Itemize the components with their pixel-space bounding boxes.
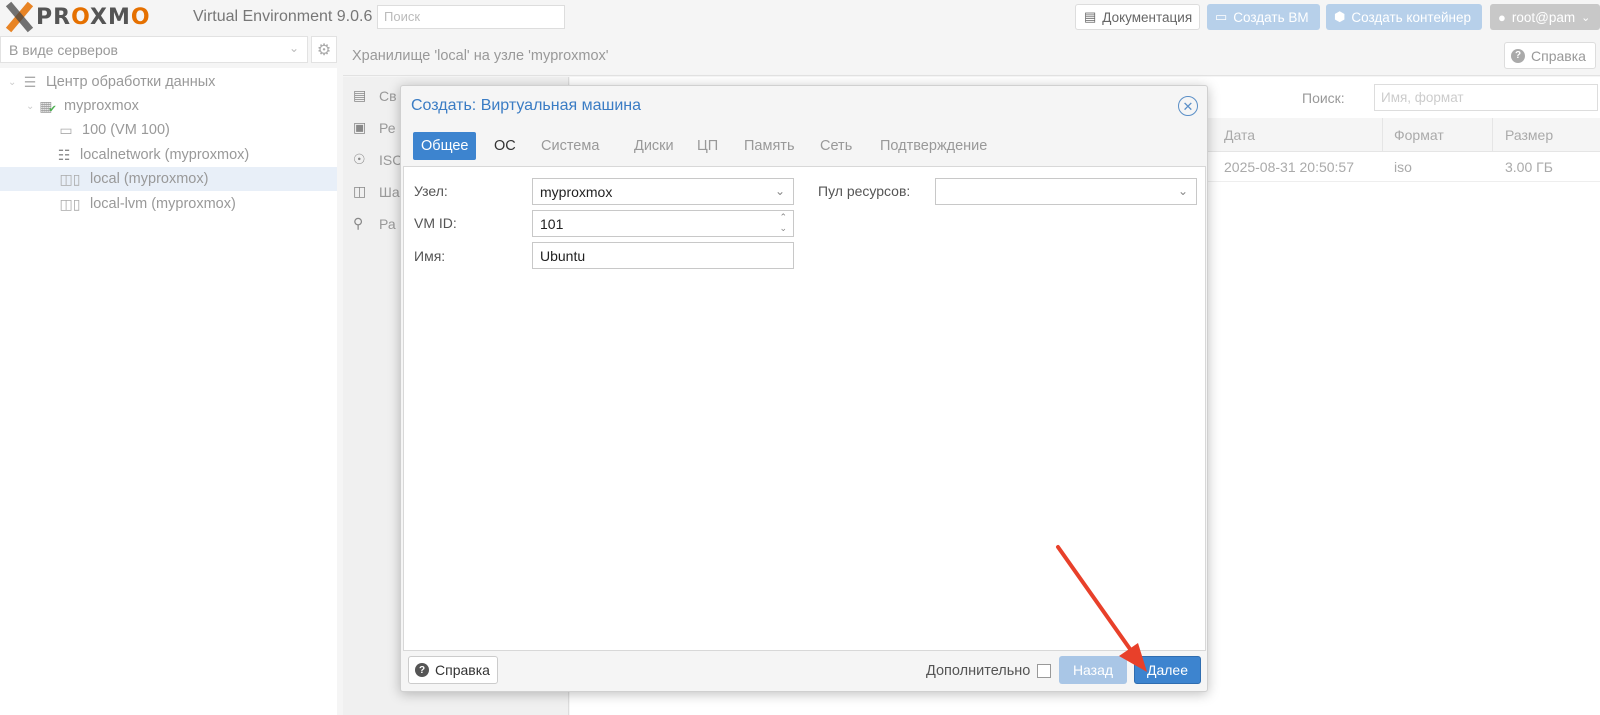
- back-button[interactable]: Назад: [1059, 656, 1127, 684]
- pool-label: Пул ресурсов:: [818, 183, 911, 199]
- tree-item-local[interactable]: ◫▯ local (myproxmox): [0, 167, 337, 191]
- pool-select[interactable]: ⌄: [935, 178, 1197, 205]
- chevron-down-icon: ⌄: [1177, 184, 1188, 198]
- advanced-label: Дополнительно: [926, 663, 1031, 679]
- datacenter-icon: ☰: [23, 73, 37, 90]
- tree-item-datacenter[interactable]: ⌄ ☰ Центр обработки данных: [0, 70, 337, 94]
- template-icon: ◫: [353, 183, 367, 199]
- tab-system[interactable]: Система: [533, 132, 607, 160]
- close-icon[interactable]: ✕: [1178, 96, 1198, 116]
- tree-item-node[interactable]: ⌄ ▦ ✔ myproxmox: [0, 94, 337, 118]
- user-menu-button[interactable]: ● root@pam ⌄: [1490, 4, 1600, 30]
- cell-date: 2025-08-31 20:50:57: [1224, 159, 1354, 175]
- column-header-date[interactable]: Дата: [1224, 127, 1255, 143]
- disc-icon: ☉: [353, 151, 366, 167]
- chevron-down-icon: ⌄: [1581, 11, 1591, 24]
- column-header-format[interactable]: Формат: [1394, 127, 1444, 143]
- cell-format: iso: [1394, 159, 1412, 175]
- user-icon: ●: [1498, 9, 1506, 25]
- grid-search-input[interactable]: Имя, формат: [1374, 84, 1598, 111]
- tab-general[interactable]: Общее: [413, 132, 477, 160]
- help-button[interactable]: ? Справка: [408, 656, 498, 684]
- question-icon: ?: [415, 663, 429, 677]
- unlock-icon: ⚲: [353, 215, 364, 231]
- floppy-icon: ▣: [353, 119, 367, 135]
- resource-tree: ⌄ ☰ Центр обработки данных ⌄ ▦ ✔ myproxmo…: [0, 68, 337, 715]
- desktop-icon: ▭: [1215, 9, 1228, 24]
- chevron-down-icon: ⌄: [288, 41, 299, 55]
- vm-icon: ▭: [59, 121, 73, 138]
- cell-size: 3.00 ГБ: [1505, 159, 1553, 175]
- tab-memory[interactable]: Память: [736, 132, 803, 160]
- global-search-input[interactable]: Поиск: [377, 5, 565, 29]
- cube-icon: ⬢: [1334, 9, 1346, 24]
- grid-header: Дата Формат Размер: [1200, 118, 1600, 152]
- book-icon: ▤: [1084, 9, 1097, 24]
- create-vm-dialog: Создать: Виртуальная машина ✕ Общее ОС С…: [400, 85, 1208, 692]
- subnav-item-backups[interactable]: ▣ Ре: [353, 119, 396, 136]
- storage-icon: ◫▯: [59, 170, 81, 187]
- gear-icon[interactable]: ⚙: [311, 36, 337, 63]
- help-button[interactable]: ? Справка: [1504, 42, 1596, 69]
- view-selector[interactable]: В виде серверов ⌄: [0, 36, 308, 63]
- dialog-footer: ? Справка Дополнительно Назад Далее: [401, 652, 1207, 692]
- vmid-field[interactable]: 101 ⌃ ⌄: [532, 210, 794, 237]
- subnav-item-templates[interactable]: ◫ Ша: [353, 183, 400, 200]
- next-button[interactable]: Далее: [1134, 656, 1201, 684]
- node-select[interactable]: myproxmox ⌄: [532, 178, 794, 205]
- table-row[interactable]: 2025-08-31 20:50:57 iso 3.00 ГБ: [1200, 152, 1600, 182]
- proxmox-logo[interactable]: PROXMO: [4, 2, 151, 32]
- book-icon: ▤: [353, 87, 367, 103]
- version-label: Virtual Environment 9.0.6: [193, 8, 373, 25]
- subnav-item-iso[interactable]: ☉ ISC: [353, 151, 402, 168]
- create-vm-button[interactable]: ▭ Создать ВМ: [1207, 4, 1320, 30]
- subnav-item-summary[interactable]: ▤ Св: [353, 87, 397, 104]
- question-icon: ?: [1511, 48, 1525, 63]
- column-header-size[interactable]: Размер: [1505, 127, 1553, 143]
- tab-disks[interactable]: Диски: [626, 132, 682, 160]
- tab-network[interactable]: Сеть: [812, 132, 860, 160]
- page-title: Хранилище 'local' на узле 'myproxmox': [352, 48, 609, 64]
- tab-os[interactable]: ОС: [486, 132, 524, 160]
- top-bar: PROXMO Virtual Environment 9.0.6 Поиск ▤…: [0, 0, 1600, 34]
- advanced-checkbox[interactable]: [1037, 664, 1051, 678]
- node-icon: ▦ ✔: [39, 97, 57, 115]
- proxmox-x-icon: [4, 2, 34, 32]
- tree-item-localnetwork[interactable]: ☷ localnetwork (myproxmox): [0, 143, 337, 167]
- storage-icon: ◫▯: [59, 195, 81, 212]
- network-icon: ☷: [57, 146, 71, 163]
- grid-search-label: Поиск:: [1302, 90, 1345, 106]
- tree-item-vm[interactable]: ▭ 100 (VM 100): [0, 118, 337, 142]
- spinner-icon[interactable]: ⌃ ⌄: [779, 212, 787, 234]
- collapse-icon[interactable]: ⌄: [26, 101, 38, 112]
- tab-confirm[interactable]: Подтверждение: [872, 132, 995, 160]
- tree-item-local-lvm[interactable]: ◫▯ local-lvm (myproxmox): [0, 192, 337, 216]
- documentation-button[interactable]: ▤ Документация: [1075, 4, 1200, 30]
- dialog-form: Узел: myproxmox ⌄ VM ID: 101 ⌃ ⌄ Имя: Ubu…: [403, 166, 1206, 651]
- content-header: Хранилище 'local' на узле 'myproxmox' ? С…: [343, 36, 1600, 76]
- tab-cpu[interactable]: ЦП: [689, 132, 726, 160]
- subnav-item-permissions[interactable]: ⚲ Ра: [353, 215, 396, 232]
- node-label: Узел:: [414, 183, 448, 199]
- name-label: Имя:: [414, 248, 446, 264]
- dialog-title: Создать: Виртуальная машина: [411, 97, 641, 114]
- name-field[interactable]: Ubuntu: [532, 242, 794, 269]
- chevron-down-icon: ⌄: [774, 184, 785, 198]
- collapse-icon[interactable]: ⌄: [8, 77, 20, 88]
- vmid-label: VM ID:: [414, 215, 457, 231]
- create-container-button[interactable]: ⬢ Создать контейнер: [1326, 4, 1482, 30]
